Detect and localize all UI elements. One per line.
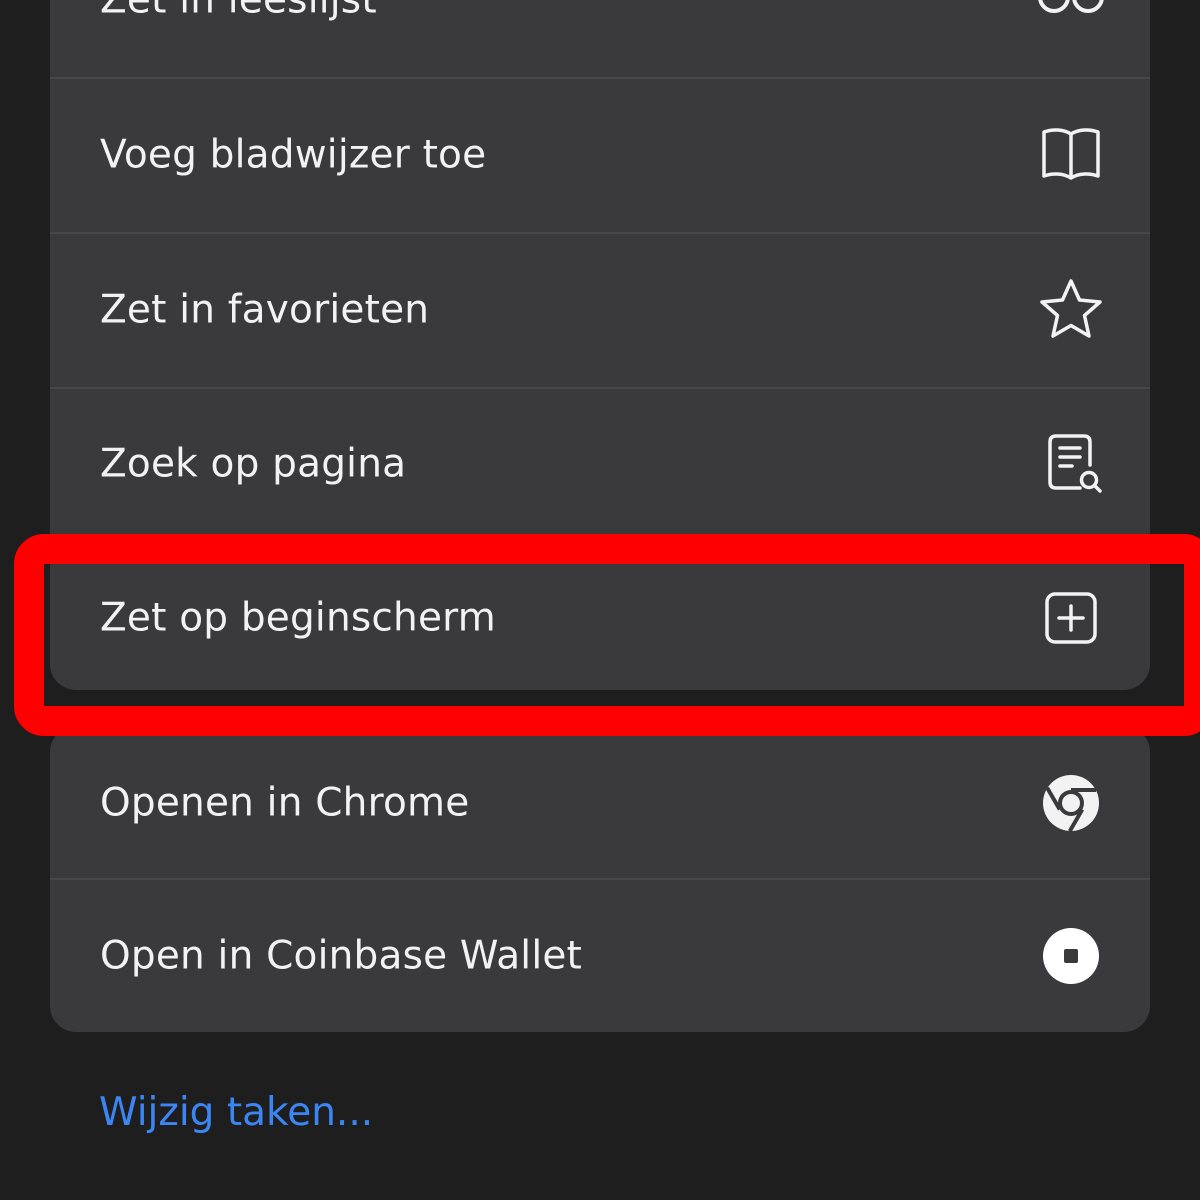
- menu-item-find-on-page[interactable]: Zoek op pagina: [50, 387, 1150, 541]
- menu-item-label: Openen in Chrome: [100, 780, 470, 826]
- book-icon: [1034, 118, 1108, 192]
- menu-item-label: Zet in favorieten: [100, 287, 430, 333]
- find-in-page-icon: [1034, 427, 1108, 501]
- menu-item-open-in-chrome[interactable]: Openen in Chrome: [50, 726, 1150, 880]
- add-square-icon: [1034, 581, 1108, 655]
- menu-item-label: Zet op beginscherm: [100, 595, 496, 641]
- menu-item-label: Zoek op pagina: [100, 441, 407, 487]
- menu-item-add-bookmark[interactable]: Voeg bladwijzer toe: [50, 78, 1150, 232]
- menu-item-label: Zet in leeslijst: [100, 0, 377, 23]
- edit-actions-link[interactable]: Wijzig taken...: [99, 1090, 373, 1135]
- menu-item-add-to-home-screen[interactable]: Zet op beginscherm: [50, 541, 1150, 690]
- app-actions-group: Openen in Chrome Open in Coinbase Wallet: [50, 726, 1150, 1032]
- menu-item-add-favorites[interactable]: Zet in favorieten: [50, 233, 1150, 387]
- reading-glasses-icon: [1034, 0, 1108, 37]
- action-menu-group: Zet in leeslijst Voeg bladwijzer toe Zet…: [50, 0, 1150, 690]
- menu-item-label: Open in Coinbase Wallet: [100, 933, 583, 979]
- menu-item-label: Voeg bladwijzer toe: [100, 132, 487, 178]
- menu-item-open-in-coinbase-wallet[interactable]: Open in Coinbase Wallet: [50, 879, 1150, 1032]
- star-icon: [1034, 273, 1108, 347]
- chrome-icon: [1034, 766, 1108, 840]
- coinbase-wallet-icon: [1034, 919, 1108, 993]
- menu-item-reading-list[interactable]: Zet in leeslijst: [50, 0, 1150, 77]
